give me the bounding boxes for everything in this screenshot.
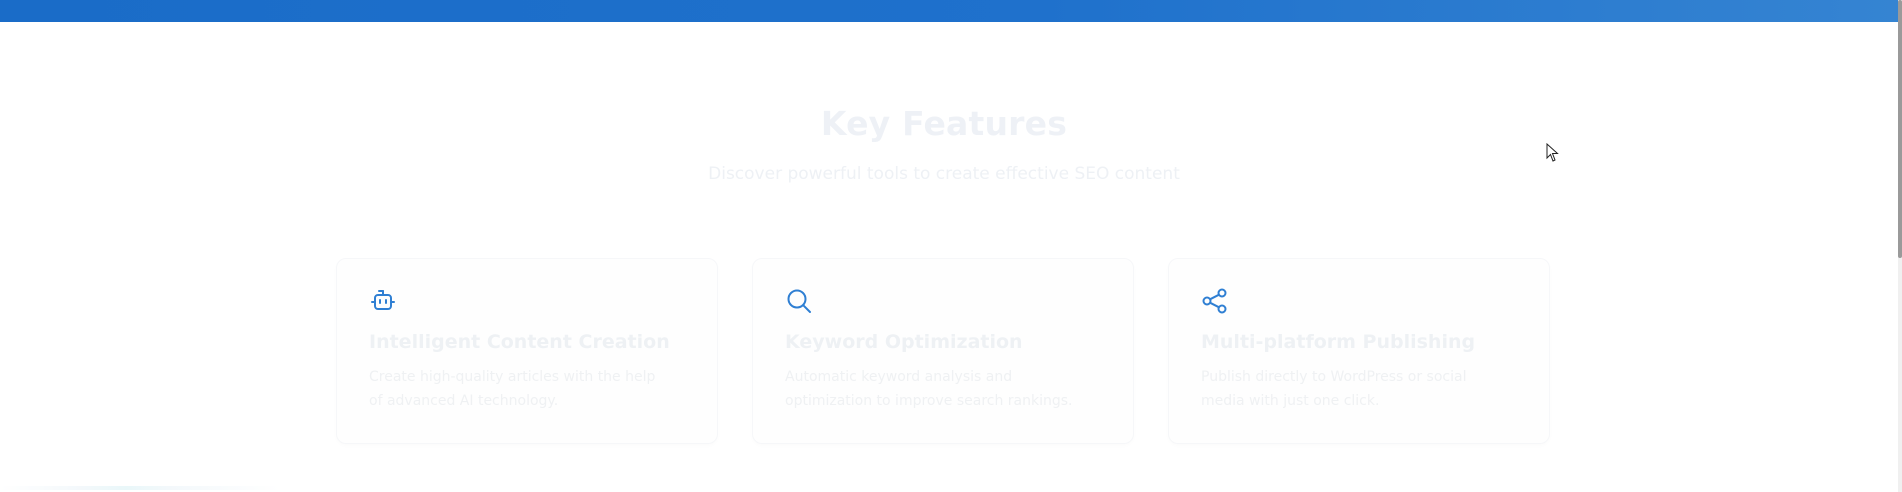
features-section: Key Features Discover powerful tools to … [0,22,1898,492]
feature-card-description: Automatic keyword analysis and optimizat… [785,369,1073,409]
next-section-hint [0,486,280,490]
feature-card-description: Publish directly to WordPress or social … [1201,369,1467,409]
top-accent-bar [0,0,1898,22]
feature-card-keyword-optimization[interactable]: Keyword Optimization Automatic keyword a… [752,258,1134,444]
feature-card-title: Intelligent Content Creation [369,331,670,353]
feature-card-content-creation[interactable]: Intelligent Content Creation Create high… [336,258,718,444]
section-title: Key Features [820,104,1068,143]
scrollbar-thumb[interactable] [1898,0,1902,258]
robot-icon [371,290,395,310]
feature-card-title: Multi-platform Publishing [1201,331,1476,353]
page-scrollbar[interactable] [1898,0,1902,492]
search-icon [787,289,811,313]
section-subtitle: Discover powerful tools to create effect… [708,164,1180,184]
mouse-cursor-icon [1546,143,1559,162]
feature-card-multi-platform-publishing[interactable]: Multi-platform Publishing Publish direct… [1168,258,1550,444]
feature-card-title: Keyword Optimization [785,331,1023,353]
feature-card-description: Create high-quality articles with the he… [369,369,656,409]
share-icon [1202,288,1227,314]
